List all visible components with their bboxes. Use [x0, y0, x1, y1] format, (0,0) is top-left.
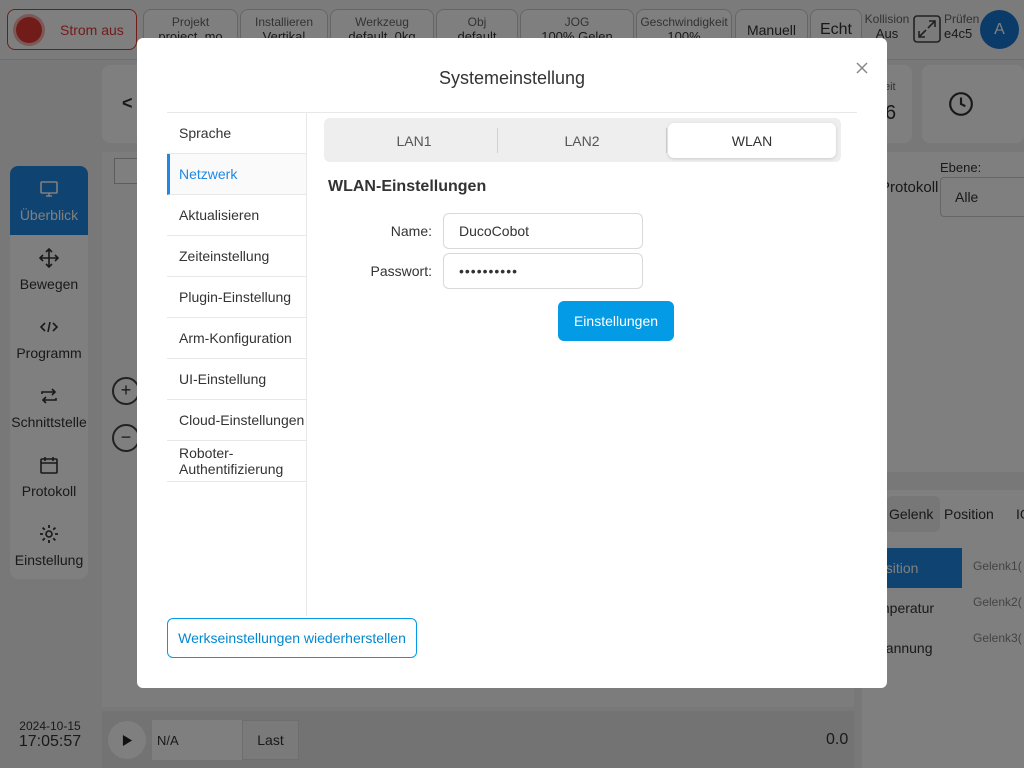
- name-label: Name:: [390, 223, 432, 239]
- menu-item-language[interactable]: Sprache: [167, 113, 306, 154]
- tab-divider: [497, 128, 498, 153]
- menu-item-robot-auth[interactable]: Roboter-Authentifizierung: [167, 441, 306, 482]
- wlan-name-input[interactable]: DucoCobot: [443, 213, 643, 249]
- apply-settings-button[interactable]: Einstellungen: [558, 301, 674, 341]
- menu-item-update[interactable]: Aktualisieren: [167, 195, 306, 236]
- wlan-section-title: WLAN-Einstellungen: [328, 178, 487, 195]
- wlan-password-input[interactable]: ••••••••••: [443, 253, 643, 289]
- password-label: Passwort:: [370, 263, 432, 279]
- menu-item-arm-config[interactable]: Arm-Konfiguration: [167, 318, 306, 359]
- dialog-title: Systemeinstellung: [438, 68, 586, 88]
- menu-item-network[interactable]: Netzwerk: [167, 154, 306, 195]
- tab-divider: [666, 128, 667, 153]
- tab-lan1[interactable]: LAN1: [329, 123, 499, 158]
- tab-wlan[interactable]: WLAN: [668, 123, 836, 158]
- close-icon[interactable]: [853, 59, 871, 77]
- network-tabs: LAN1 LAN2 WLAN: [324, 118, 841, 162]
- menu-item-ui[interactable]: UI-Einstellung: [167, 359, 306, 400]
- menu-item-time[interactable]: Zeiteinstellung: [167, 236, 306, 277]
- factory-reset-button[interactable]: Werkseinstellungen wiederherstellen: [167, 618, 417, 658]
- tab-lan2[interactable]: LAN2: [499, 123, 665, 158]
- settings-menu: Sprache Netzwerk Aktualisieren Zeiteinst…: [167, 113, 307, 616]
- menu-item-cloud[interactable]: Cloud-Einstellungen: [167, 400, 306, 441]
- system-settings-dialog: Systemeinstellung Sprache Netzwerk Aktua…: [137, 38, 887, 688]
- menu-item-plugin[interactable]: Plugin-Einstellung: [167, 277, 306, 318]
